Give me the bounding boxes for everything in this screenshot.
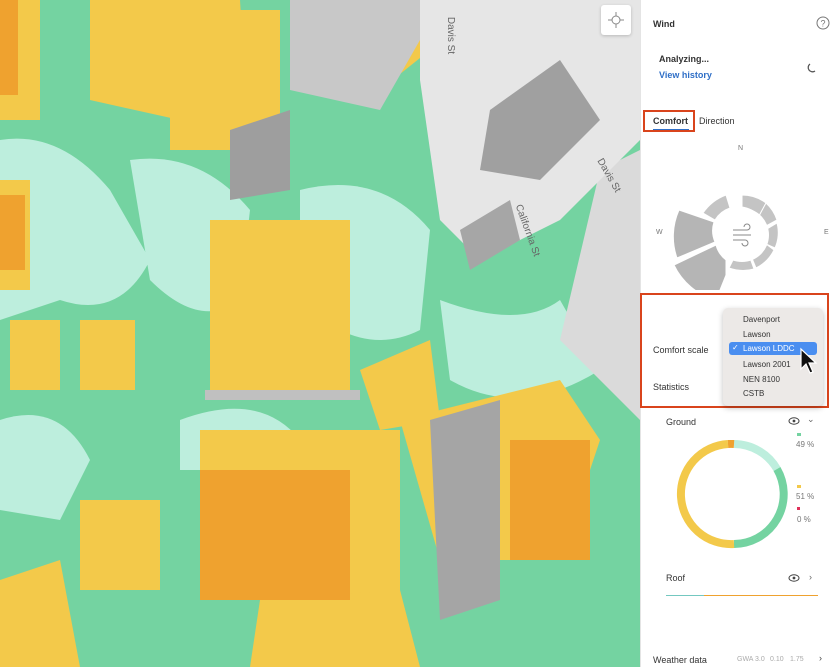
chevron-right-icon[interactable]: › [819,653,822,663]
chevron-right-icon[interactable]: › [809,572,812,582]
panel-title: Wind [653,19,675,29]
tab-direction[interactable]: Direction [699,116,735,126]
option-lawson[interactable]: Lawson [743,330,771,339]
view-history-link[interactable]: View history [659,70,712,80]
ground-donut-chart [676,440,788,549]
weather-data-label[interactable]: Weather data [653,655,707,665]
status-text: Analyzing... [659,54,710,64]
roof-bar [666,595,818,596]
donut-segment-green [733,467,788,548]
street-label: Davis St [445,16,457,55]
donut-segment-mint [733,440,781,472]
mouse-cursor-icon [800,347,818,374]
eye-icon[interactable] [788,416,800,426]
svg-text:?: ? [820,19,825,29]
option-davenport[interactable]: Davenport [743,315,780,324]
comfort-tab-highlight [643,110,695,132]
option-cstb[interactable]: CSTB [743,389,764,398]
crosshair-icon [608,12,624,28]
weather-value: 1.75 [790,656,804,663]
locate-button[interactable] [601,5,631,35]
weather-value: 0.10 [770,656,784,663]
option-lawson-2001[interactable]: Lawson 2001 [743,360,791,369]
wind-rose [672,194,779,290]
chevron-down-icon[interactable]: ⌄ [807,414,815,425]
option-nen-8100[interactable]: NEN 8100 [743,375,780,384]
eye-icon[interactable] [788,573,800,583]
wind-comfort-map[interactable] [0,0,640,667]
checkmark-icon: ✓ [732,343,739,352]
donut-segment-yellow [676,440,735,549]
weather-value: GWA 3.0 [737,656,765,663]
roof-label: Roof [666,573,686,583]
spinner-icon [807,63,816,73]
ground-label: Ground [666,417,697,427]
question-circle-icon[interactable]: ? [816,16,830,30]
